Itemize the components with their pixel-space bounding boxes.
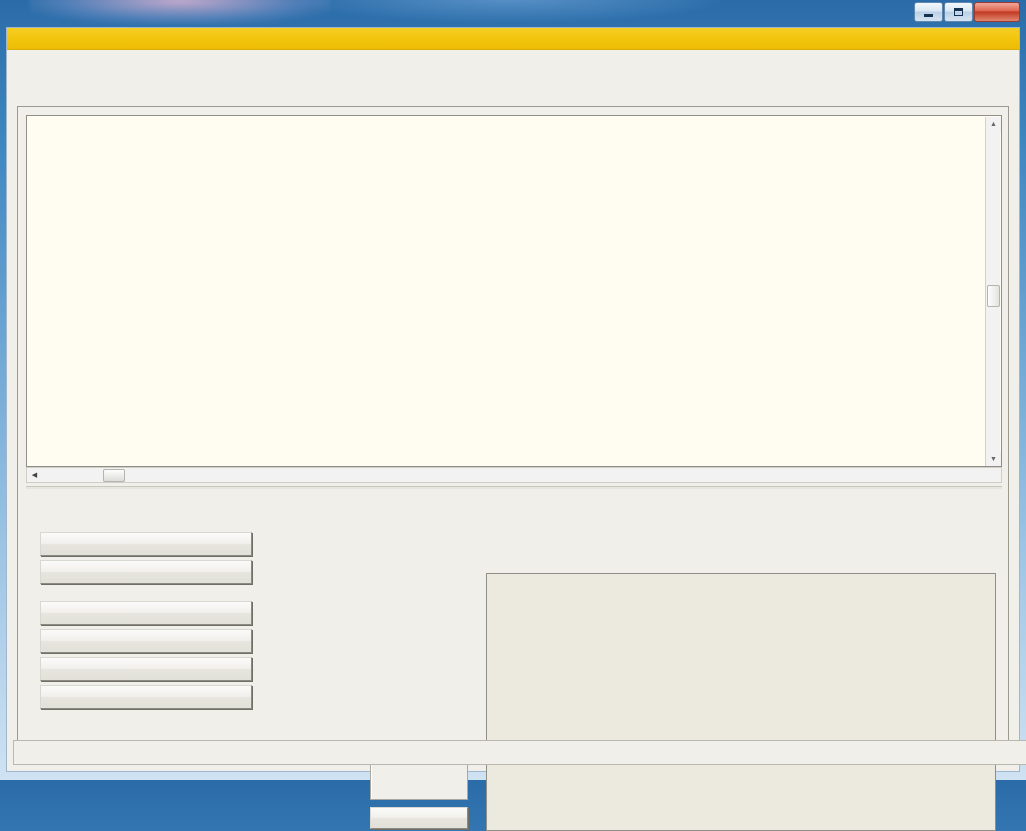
title-bar-glow [30,0,330,24]
status-bar [13,740,1026,765]
action-button-panel [40,532,252,713]
application-window: ▲ ▼ ◀ [0,0,1026,831]
scroll-up-icon[interactable]: ▲ [986,117,1001,132]
horizontal-scroll-thumb[interactable] [103,469,125,482]
panel-splitter[interactable] [26,486,1002,489]
title-bar-glow-secondary [300,0,720,22]
grid-vertical-scrollbar[interactable]: ▲ ▼ [985,117,1001,466]
copy-to-archive-button[interactable] [40,601,252,625]
results-tab-panel: ▲ ▼ ◀ [17,106,1009,831]
scroll-left-icon[interactable]: ◀ [28,469,41,481]
title-bar [0,0,1026,29]
maximize-icon [954,8,963,16]
scroll-down-icon[interactable]: ▼ [986,452,1001,466]
minimize-button[interactable] [914,2,943,22]
menu-bar [7,28,1019,50]
create-document-each-row-button[interactable] [40,560,252,584]
close-button[interactable] [974,2,1020,22]
minimize-icon [924,13,933,17]
vertical-scroll-thumb[interactable] [987,285,1000,307]
export-selected-rows-button[interactable] [40,685,252,709]
chromatogram-chart[interactable] [486,573,996,831]
client-area: ▲ ▼ ◀ [6,27,1026,831]
tab-strip [7,59,1019,83]
undo-button[interactable] [370,807,468,829]
grid-horizontal-scrollbar[interactable]: ◀ [26,467,1002,483]
maximize-button[interactable] [944,2,973,22]
results-grid[interactable]: ▲ ▼ [26,115,1002,467]
view-archive-button[interactable] [40,657,252,681]
chromatogram-svg [487,574,995,830]
move-to-archive-button[interactable] [40,629,252,653]
create-document-button[interactable] [40,532,252,556]
window-controls [913,2,1020,22]
